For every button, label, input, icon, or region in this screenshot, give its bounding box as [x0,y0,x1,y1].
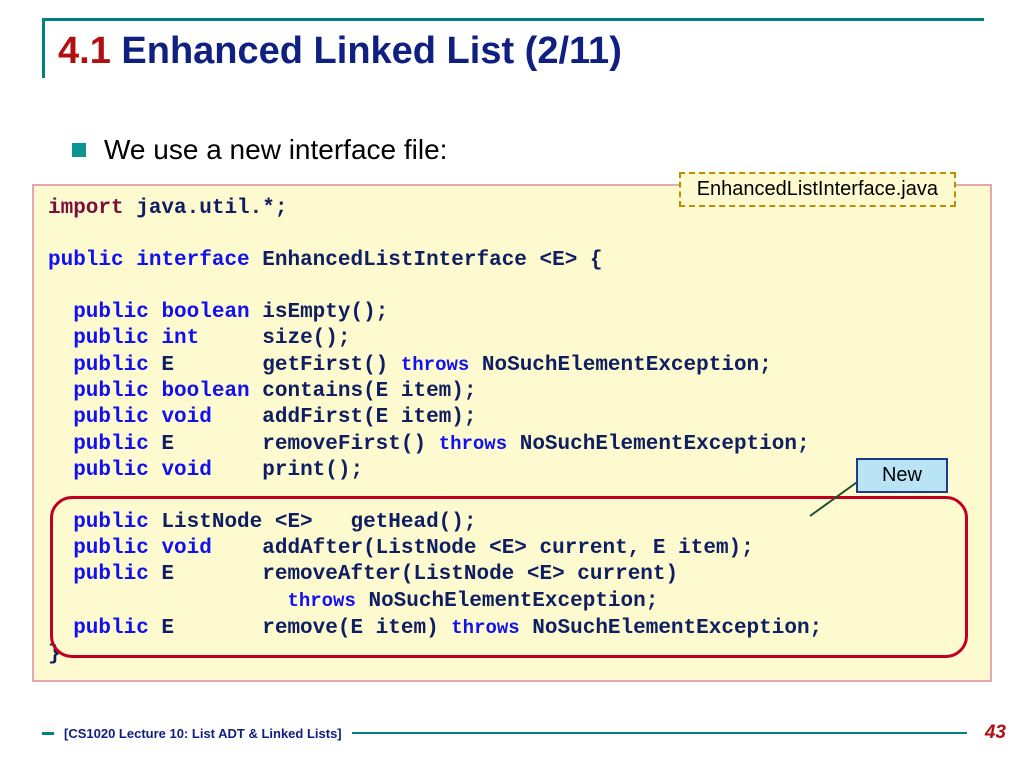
footer-dash-icon [42,732,54,735]
new-badge: New [856,458,948,493]
footer-text: [CS1020 Lecture 10: List ADT & Linked Li… [64,726,342,741]
code-block: import java.util.*; public interface Enh… [32,184,992,682]
footer: [CS1020 Lecture 10: List ADT & Linked Li… [42,722,1006,744]
callout-line-icon [806,478,862,518]
footer-line [352,732,967,734]
title-number: 4.1 [58,30,111,72]
code-content: import java.util.*; public interface Enh… [48,196,976,668]
filename-badge: EnhancedListInterface.java [679,172,956,207]
header-rule-left [42,18,45,78]
slide-title: 4.1 Enhanced Linked List (2/11) [58,30,622,73]
bullet-row: We use a new interface file: [72,134,447,166]
bullet-text: We use a new interface file: [104,134,447,166]
title-text: Enhanced Linked List (2/11) [121,30,621,72]
bullet-square-icon [72,143,86,157]
header-rule [42,18,984,21]
page-number: 43 [985,722,1006,744]
